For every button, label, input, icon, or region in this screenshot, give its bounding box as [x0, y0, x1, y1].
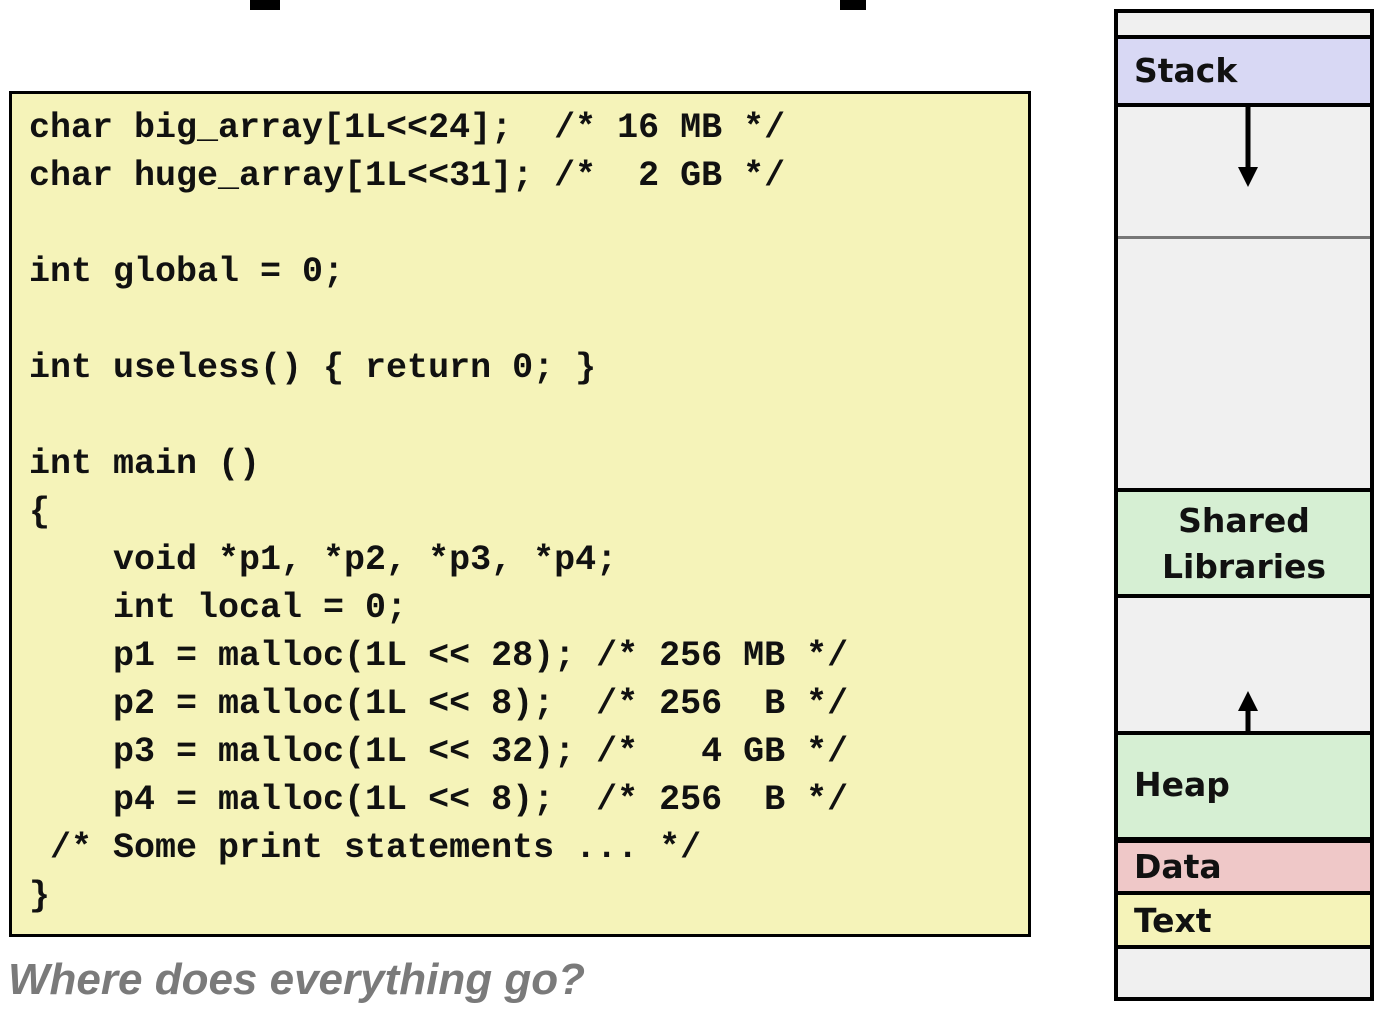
code-line: int useless() { return 0; }	[29, 348, 597, 388]
code-listing: char big_array[1L<<24]; /* 16 MB */ char …	[9, 91, 1031, 937]
stack-label: Stack	[1134, 51, 1238, 90]
code-line: char big_array[1L<<24]; /* 16 MB */	[29, 108, 786, 148]
title-fragment	[0, 0, 1100, 10]
code-line: }	[29, 876, 51, 916]
code-line: char huge_array[1L<<31]; /* 2 GB */	[29, 156, 786, 196]
question-caption: Where does everything go?	[8, 955, 585, 1004]
text-label: Text	[1134, 901, 1212, 940]
heap-segment: Heap	[1118, 731, 1370, 841]
code-line: p2 = malloc(1L << 8); /* 256 B */	[29, 684, 849, 724]
code-text: char big_array[1L<<24]; /* 16 MB */ char …	[29, 104, 848, 920]
region-divider	[1118, 236, 1370, 239]
code-line: int main ()	[29, 444, 261, 484]
heap-grow-arrow-icon	[1238, 691, 1258, 733]
heap-label: Heap	[1134, 765, 1230, 804]
code-line: void *p1, *p2, *p3, *p4;	[29, 540, 618, 580]
shared-label-line2: Libraries	[1161, 547, 1327, 586]
shared-libraries-segment: Shared Libraries	[1118, 488, 1370, 598]
code-line: p3 = malloc(1L << 32); /* 4 GB */	[29, 732, 849, 772]
memory-layout-diagram: Stack Shared Libraries Heap Data Text	[1114, 9, 1374, 1001]
data-segment: Data	[1118, 839, 1370, 895]
code-line: int global = 0;	[29, 252, 345, 292]
stack-segment: Stack	[1118, 35, 1370, 107]
title-glyph	[250, 0, 280, 10]
code-line: p4 = malloc(1L << 8); /* 256 B */	[29, 780, 849, 820]
data-label: Data	[1134, 847, 1222, 886]
code-line: /* Some print statements ... */	[29, 828, 702, 868]
title-glyph	[840, 0, 866, 10]
stack-grow-arrow-icon	[1238, 103, 1258, 187]
code-line: {	[29, 492, 51, 532]
shared-libraries-label: Shared Libraries	[1118, 498, 1370, 590]
shared-label-line1: Shared	[1178, 501, 1310, 540]
text-segment: Text	[1118, 891, 1370, 949]
code-line: p1 = malloc(1L << 28); /* 256 MB */	[29, 636, 849, 676]
code-line: int local = 0;	[29, 588, 408, 628]
